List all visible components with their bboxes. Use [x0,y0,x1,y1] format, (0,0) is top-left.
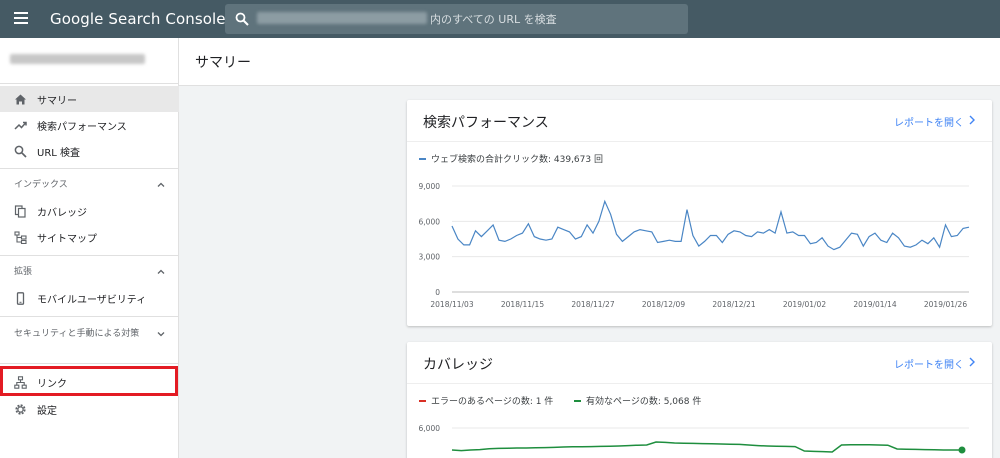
x-tick-label: 2018/12/21 [712,300,755,309]
section-label: 拡張 [14,267,33,277]
legend-label: ウェブ検索の合計クリック数: 439,673 回 [431,155,603,165]
legend-swatch-error [419,399,426,402]
legend-swatch [419,157,426,160]
file-copy-icon [14,204,26,218]
sidebar-item-url-inspection[interactable]: URL 検査 [0,138,179,164]
top-app-bar: Google Search Console [0,0,1000,38]
chart-legend: ウェブ検索の合計クリック数: 439,673 回 [419,152,603,165]
sidebar-item-coverage[interactable]: カバレッジ [0,198,179,224]
sidebar-item-label: カバレッジ [37,207,87,219]
legend-swatch-valid [574,399,581,402]
legend-error-pages[interactable]: エラーのあるページの数: 1 件 [419,394,553,407]
y-tick-label: 3,000 [419,253,441,262]
x-tick-label: 2018/11/03 [430,300,473,309]
sidebar-item-label: 検索パフォーマンス [37,121,127,133]
sidebar-divider [0,168,179,169]
legend-valid-pages[interactable]: 有効なページの数: 5,068 件 [574,394,701,407]
coverage-line-chart: 6,000 [419,424,969,454]
card-title: カバレッジ [423,357,493,373]
y-tick-label: 0 [435,288,440,297]
sidebar-item-label: モバイルユーザビリティ [37,294,147,306]
clicks-line-chart: 9,000 6,000 3,000 0 2018/11/03 2018/11/15 2018… [419,182,970,309]
x-tick-label: 2018/12/09 [642,300,685,309]
search-icon [14,145,27,158]
hamburger-menu-icon[interactable] [14,12,28,24]
sidebar-item-label: サイトマップ [37,233,97,245]
sidebar-item-search-performance[interactable]: 検索パフォーマンス [0,112,179,138]
card-divider [407,141,992,142]
redacted-property-url [257,12,427,24]
home-icon [15,94,26,104]
page-title: サマリー [195,55,251,71]
search-icon [235,12,249,26]
property-selector[interactable] [0,38,179,84]
page-header: サマリー [179,38,1000,86]
y-tick-label: 6,000 [419,217,441,226]
chevron-up-icon [157,182,165,187]
legend-label: 有効なページの数: 5,068 件 [586,397,702,407]
smartphone-icon [16,291,25,305]
search-input[interactable] [430,10,680,28]
links-icon [14,375,27,389]
sidebar-section-security[interactable]: セキュリティと手動による対策 [0,327,179,357]
trending-up-icon [14,121,27,130]
sidebar-item-label: サマリー [37,95,77,107]
valid-pages-last-point [958,446,966,454]
legend-label: エラーのあるページの数: 1 件 [431,397,554,407]
redacted-property-name [10,54,145,64]
sidebar-item-settings[interactable]: 設定 [0,396,179,422]
sitemap-icon [14,230,27,244]
sidebar-item-links[interactable]: リンク [0,369,179,395]
sidebar-item-mobile-usability[interactable]: モバイルユーザビリティ [0,285,179,311]
sidebar-section-index[interactable]: インデックス [0,178,179,194]
section-label: インデックス [14,180,68,190]
x-tick-label: 2018/11/15 [501,300,544,309]
x-tick-label: 2019/01/14 [853,300,896,309]
open-report-link[interactable]: レポートを開く [894,356,964,371]
app-title[interactable]: Google Search Console [50,10,226,28]
valid-pages-series-line [451,441,962,453]
card-title: 検索パフォーマンス [423,115,549,131]
chevron-right-icon[interactable] [968,357,976,367]
sidebar-section-enhancements[interactable]: 拡張 [0,265,179,281]
card-divider [407,383,992,384]
x-tick-label: 2019/01/26 [924,300,967,309]
chevron-right-icon[interactable] [968,115,976,125]
search-performance-card: 検索パフォーマンス レポートを開く ウェブ検索の合計クリック数: 439,673… [407,100,992,326]
x-tick-label: 2018/11/27 [571,300,614,309]
coverage-card: カバレッジ レポートを開く エラーのあるページの数: 1 件 有効なページの数:… [407,342,992,458]
gear-icon [15,403,26,415]
sidebar-item-label: 設定 [37,405,57,417]
section-label: セキュリティと手動による対策 [14,329,140,339]
x-tick-label: 2019/01/02 [783,300,826,309]
chevron-up-icon [157,269,165,274]
sidebar: サマリー 検索パフォーマンス URL 検査 インデックス カバレッジ サイトマッ… [0,38,179,458]
open-report-link[interactable]: レポートを開く [894,114,964,129]
sidebar-item-summary[interactable]: サマリー [0,86,179,112]
chevron-down-icon [157,332,165,337]
sidebar-divider [0,255,179,256]
clicks-series-line [451,199,970,251]
y-tick-label: 9,000 [419,182,441,191]
y-tick-label: 6,000 [419,424,441,433]
sidebar-divider [0,316,179,317]
sidebar-divider [0,363,179,364]
sidebar-item-sitemaps[interactable]: サイトマップ [0,224,179,250]
sidebar-item-label: URL 検査 [37,147,81,159]
sidebar-item-label: リンク [37,378,67,390]
url-inspect-search-box[interactable] [225,4,688,34]
